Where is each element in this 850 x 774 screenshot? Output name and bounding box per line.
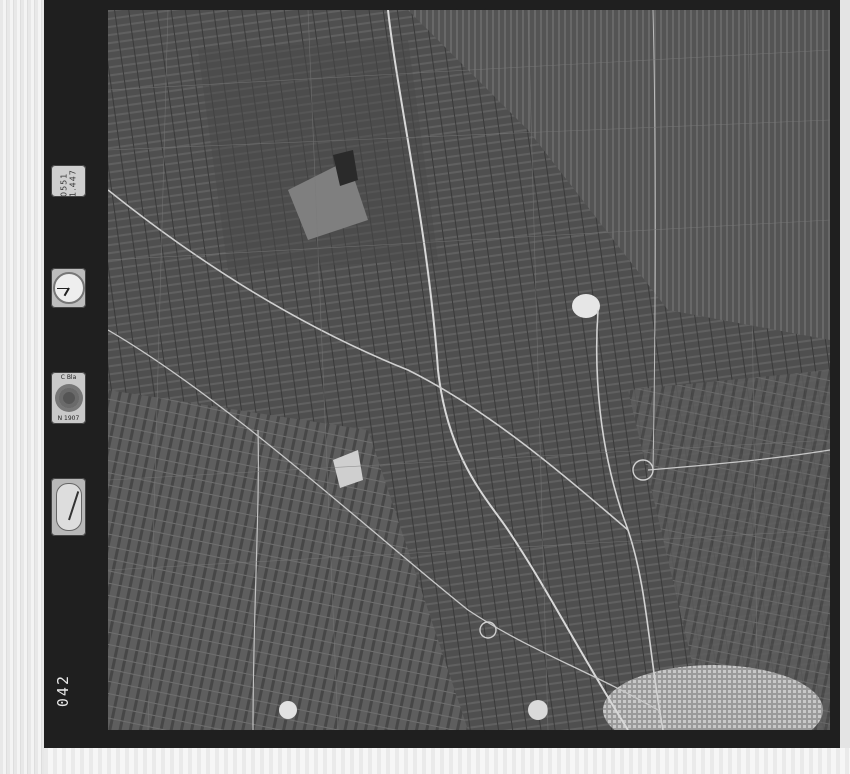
- scan-paper-right: [840, 0, 850, 748]
- level-text-top: C Bla: [60, 374, 77, 381]
- bubble-level-icon: [54, 384, 83, 412]
- level-instrument: C Bla N 1907: [51, 372, 86, 424]
- gauge-icon: [55, 483, 82, 531]
- clock-icon: [52, 272, 85, 304]
- level-text-bottom: N 1907: [57, 415, 80, 422]
- clock-instrument: [51, 268, 86, 308]
- clock-minute-hand: [56, 288, 69, 289]
- gauge-instrument: [51, 478, 86, 536]
- aerial-photo: [108, 10, 830, 730]
- gauge-needle: [67, 491, 79, 521]
- scan-paper-bottom: [44, 748, 850, 774]
- frame-number: 042: [54, 674, 72, 708]
- scan-paper-left: [0, 0, 44, 774]
- white-patch: [572, 294, 600, 318]
- reservoir: [279, 701, 297, 719]
- reservoir-2: [528, 700, 548, 720]
- altimeter-label: 0551 1.447: [51, 165, 86, 197]
